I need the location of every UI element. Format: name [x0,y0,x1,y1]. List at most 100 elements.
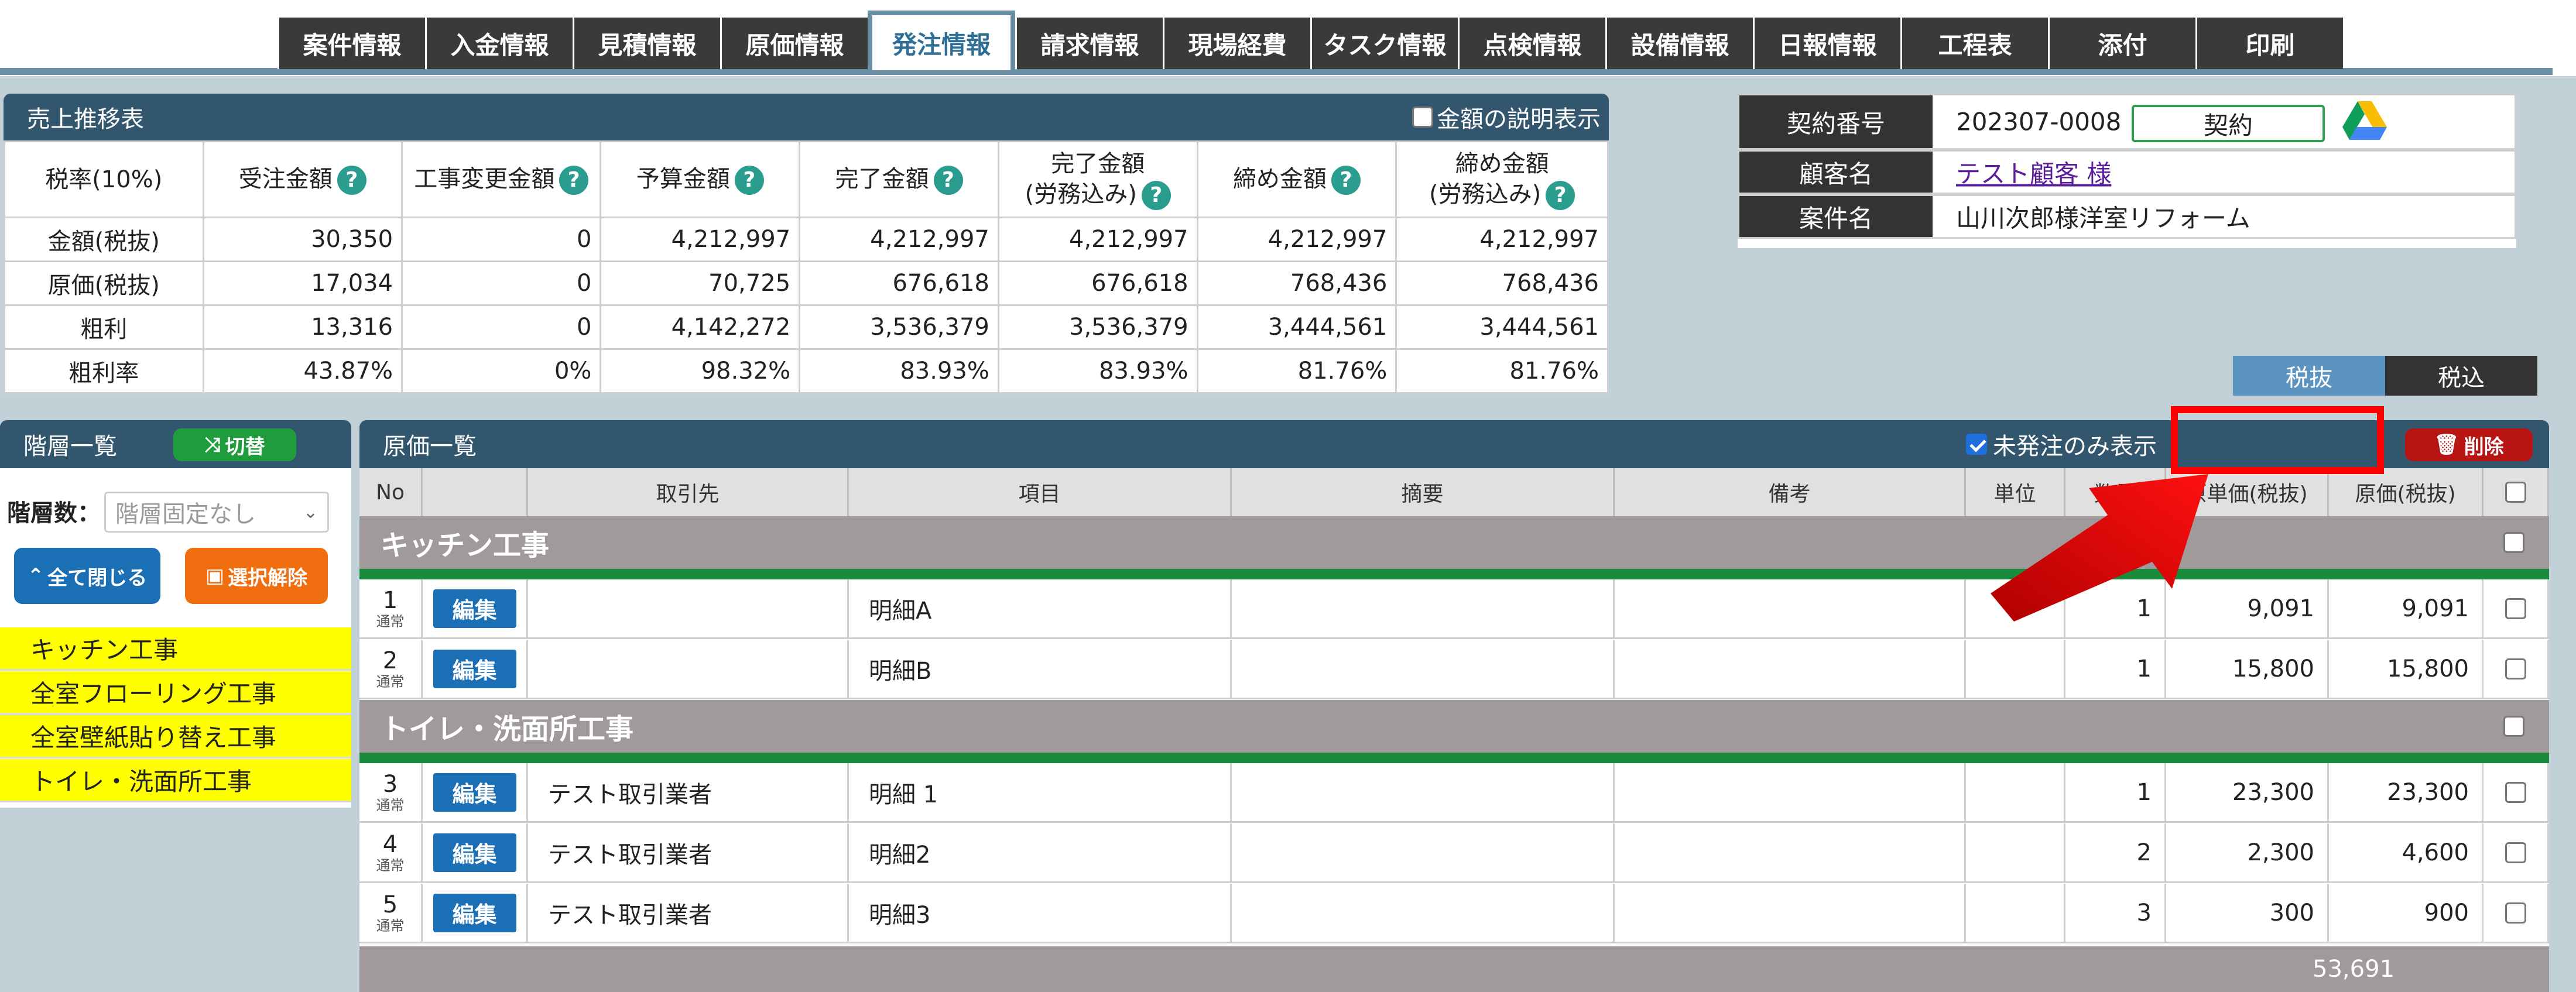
level-select[interactable]: 階層固定なし ⌄ [104,492,329,533]
hierarchy-item[interactable]: 全室壁紙貼り替え工事 [0,715,351,758]
unordered-only-toggle[interactable]: 未発注のみ表示 [1966,426,2165,462]
remarks-cell [1615,640,1966,698]
tab-item[interactable]: 案件情報 [278,18,425,69]
explain-checkbox[interactable] [1412,107,1433,128]
edit-button[interactable]: 編集 [433,833,516,872]
col-cost-header: 原価(税抜) [2329,468,2483,516]
delete-button[interactable]: 🗑 削除 [2405,428,2533,461]
tab-item[interactable]: 入金情報 [425,18,573,69]
tab-item[interactable]: 原価情報 [720,18,868,69]
help-icon[interactable]: ? [734,166,764,195]
highlight-box [2171,406,2384,474]
summary-cell [1232,823,1615,881]
table-row: 1 通常 編集 明細A 1 9,091 9,091 [359,579,2549,639]
row-type: 通常 [376,613,405,630]
sales-column-label: 完了金額 [1051,150,1145,177]
help-icon[interactable]: ? [933,166,963,195]
tab-item[interactable]: 点検情報 [1458,18,1605,69]
help-icon[interactable]: ? [1546,181,1575,210]
row-edit-cell: 編集 [423,823,528,881]
sales-column-header: 受注金額? [202,140,403,218]
tab-item[interactable]: 現場経費 [1163,18,1310,69]
group-divider [359,569,2549,579]
tab-item[interactable]: 工程表 [1900,18,2048,69]
chevrons-up-icon: ⌃ [27,564,44,588]
help-icon[interactable]: ? [559,166,589,195]
summary-cell [1232,884,1615,942]
sales-column-label: 受注金額 [238,166,333,193]
hierarchy-item[interactable]: キッチン工事 [0,627,351,671]
vendor-cell: テスト取引業者 [528,823,849,881]
tab-item[interactable]: 印刷 [2195,18,2343,69]
sales-cell: 768,436 [1395,260,1609,306]
sales-cell: 4,212,997 [1395,217,1609,262]
sales-row-label: 粗利率 [4,348,204,394]
tab-item[interactable]: 請求情報 [1015,18,1163,69]
hierarchy-item[interactable]: 全室フローリング工事 [0,671,351,715]
remarks-cell [1615,579,1966,637]
unordered-only-checkbox[interactable] [1966,434,1987,455]
hierarchy-item[interactable]: トイレ・洗面所工事 [0,759,351,802]
help-icon[interactable]: ? [337,166,366,195]
row-number-cell: 4 通常 [359,823,423,881]
row-type: 通常 [376,917,405,934]
shuffle-icon: ⤨ [204,433,221,456]
vendor-cell: テスト取引業者 [528,763,849,821]
project-label: 案件名 [1739,196,1933,237]
row-select-cell [2483,823,2549,881]
help-icon[interactable]: ? [1141,181,1171,210]
group-header: トイレ・洗面所工事 [359,700,2549,753]
deselect-button[interactable]: ▣ 選択解除 [185,548,328,604]
row-type: 通常 [376,797,405,813]
edit-button[interactable]: 編集 [433,893,516,932]
help-icon[interactable]: ? [1331,166,1361,195]
edit-button[interactable]: 編集 [433,773,516,812]
group-checkbox[interactable] [2503,532,2524,553]
tab-item[interactable]: 見積情報 [573,18,720,69]
sales-cell: 676,618 [997,260,1198,306]
row-checkbox[interactable] [2505,842,2526,863]
collapse-all-button[interactable]: ⌃ 全て閉じる [14,548,160,604]
tab-item[interactable]: 日報情報 [1753,18,1900,69]
tax-exclusive-toggle[interactable]: 税抜 [2233,356,2385,396]
edit-button[interactable]: 編集 [433,589,516,628]
sales-row-label: 原価(税抜) [4,260,204,306]
row-checkbox[interactable] [2505,902,2526,924]
quantity-cell: 3 [2065,884,2166,942]
row-edit-cell: 編集 [423,640,528,698]
tab-item[interactable]: タスク情報 [1310,18,1458,69]
row-select-cell [2483,579,2549,637]
sales-cell: 81.76% [1196,348,1397,394]
cost-cell: 4,600 [2329,823,2483,881]
tab-item[interactable]: 発注情報 [868,11,1015,70]
group-header: キッチン工事 [359,516,2549,569]
contract-status-badge: 契約 [2132,105,2325,142]
row-checkbox[interactable] [2505,658,2526,679]
remarks-cell [1615,763,1966,821]
toggle-button[interactable]: ⤨ 切替 [173,428,296,461]
customer-link[interactable]: テスト顧客 様 [1956,155,2111,190]
sales-cell: 4,212,997 [799,217,999,262]
sales-cell: 3,536,379 [799,304,999,350]
hierarchy-panel-header: 階層一覧 ⤨ 切替 [0,420,351,468]
cost-cell: 23,300 [2329,763,2483,821]
vendor-cell [528,640,849,698]
trash-icon: 🗑 [2434,433,2459,456]
cost-cell: 900 [2329,884,2483,942]
google-drive-icon[interactable] [2342,101,2387,140]
sales-column-label: 税率(10%) [45,166,163,193]
tab-item[interactable]: 設備情報 [1605,18,1753,69]
row-checkbox[interactable] [2505,781,2526,803]
explain-toggle[interactable]: 金額の説明表示 [1412,100,1601,134]
sales-column-header: 完了金額? [799,140,999,218]
unit-price-cell: 23,300 [2166,763,2329,821]
sales-column-header: 締め金額? [1196,140,1397,218]
group-checkbox[interactable] [2503,716,2524,737]
edit-button[interactable]: 編集 [433,649,516,688]
select-all-checkbox[interactable] [2505,482,2526,503]
cost-table: No取引先項目摘要備考単位数量原単価(税抜)原価(税抜) キッチン工事1通常編集… [359,468,2549,992]
tab-item[interactable]: 添付 [2048,18,2195,69]
tax-inclusive-toggle[interactable]: 税込 [2385,356,2537,396]
row-checkbox[interactable] [2505,598,2526,619]
sales-cell: 768,436 [1196,260,1397,306]
